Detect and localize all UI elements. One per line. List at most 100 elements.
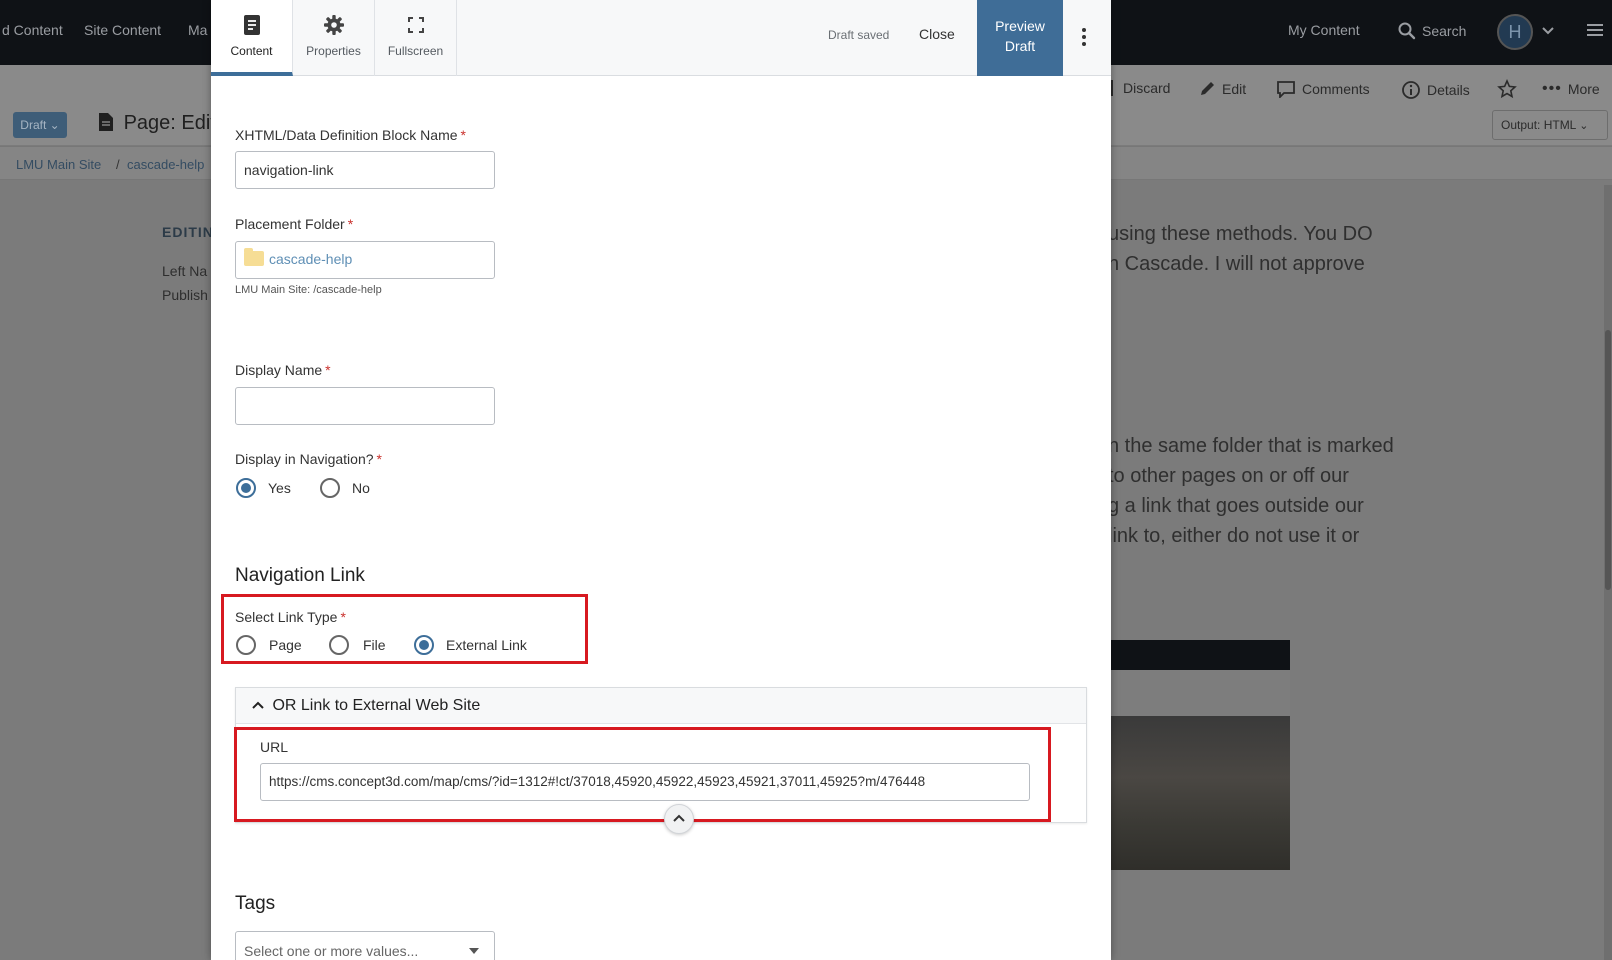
display-nav-yes-radio[interactable] (236, 478, 256, 498)
edit-label: Edit (1222, 81, 1247, 97)
display-name-label-text: Display Name (235, 362, 323, 378)
chevron-down-icon[interactable] (1541, 26, 1555, 36)
display-nav-no-radio[interactable] (320, 478, 340, 498)
details-button[interactable]: Details (1401, 80, 1470, 100)
thumbnail-photo (1110, 716, 1290, 870)
navigation-link-heading: Navigation Link (235, 565, 365, 586)
hamburger-menu-icon[interactable] (1586, 22, 1604, 38)
folder-icon (244, 248, 264, 266)
thumbnail-topbar (1110, 640, 1290, 670)
output-select-label: Output: HTML (1501, 118, 1576, 132)
link-type-label-text: Select Link Type (235, 609, 338, 625)
bg-text-line: g a link that goes outside our (1108, 495, 1364, 517)
breadcrumb-folder[interactable]: cascade-help (127, 157, 204, 172)
tags-select[interactable]: Select one or more values... (235, 931, 495, 960)
bg-text-line: link to, either do not use it or (1108, 525, 1360, 547)
draft-status-label: Draft (20, 118, 47, 132)
placement-folder-label-text: Placement Folder (235, 216, 345, 232)
preview-draft-button[interactable]: Preview Draft (977, 0, 1063, 76)
display-name-label: Display Name * (235, 362, 331, 378)
discard-button[interactable]: Discard (1110, 80, 1170, 96)
modal-body: XHTML/Data Definition Block Name * naviga… (211, 76, 1111, 960)
tab-content[interactable]: Content (211, 0, 293, 76)
output-select[interactable]: Output: HTML ⌄ (1492, 110, 1608, 140)
preview-draft-label-2: Draft (1004, 38, 1036, 54)
link-type-page-label: Page (269, 637, 302, 653)
avatar[interactable]: H (1497, 14, 1533, 50)
ellipsis-icon: ••• (1542, 80, 1562, 97)
comment-icon (1277, 81, 1295, 98)
info-icon (1402, 81, 1420, 99)
breadcrumb-site[interactable]: LMU Main Site (16, 157, 101, 172)
draft-saved-status: Draft saved (828, 28, 890, 42)
display-in-navigation-label-text: Display in Navigation? (235, 451, 374, 467)
caret-down-icon (469, 948, 479, 954)
bg-text-line: n the same folder that is marked (1108, 435, 1394, 457)
nav-search-label: Search (1422, 23, 1467, 39)
bg-left-line-2: Publish (162, 287, 208, 303)
highlight-box-link-type (221, 594, 588, 664)
url-input[interactable]: https://cms.concept3d.com/map/cms/?id=13… (260, 763, 1030, 801)
block-name-label-text: XHTML/Data Definition Block Name (235, 127, 458, 143)
display-nav-no-label: No (352, 480, 370, 496)
external-link-panel-header[interactable]: OR Link to External Web Site (236, 688, 1086, 724)
comments-button[interactable]: Comments (1276, 80, 1370, 98)
required-asterisk: * (347, 216, 354, 232)
chevron-up-icon (252, 701, 264, 709)
bg-left-line-1: Left Na (162, 263, 208, 279)
document-icon (243, 15, 260, 35)
star-icon[interactable] (1497, 79, 1517, 99)
display-name-input[interactable] (235, 387, 495, 425)
draft-status-dropdown[interactable]: Draft ⌄ (13, 112, 67, 138)
tags-heading: Tags (235, 893, 276, 914)
required-asterisk: * (325, 362, 331, 378)
modal-header: Content Properties Fullscreen Draft save… (211, 0, 1111, 76)
screenshot-thumbnail (1110, 640, 1290, 870)
close-button[interactable]: Close (919, 26, 955, 42)
more-label: More (1567, 81, 1600, 97)
tab-properties-label: Properties (306, 44, 361, 58)
edit-modal: Content Properties Fullscreen Draft save… (211, 0, 1111, 960)
bg-right-text-top: using these methods. You DO n Cascade. I… (1108, 219, 1373, 279)
link-type-label: Select Link Type * (235, 609, 346, 625)
placement-folder-value: cascade-help (269, 251, 353, 267)
preview-draft-label-1: Preview (995, 18, 1045, 34)
required-asterisk: * (340, 609, 346, 625)
nav-item-content[interactable]: d Content (2, 22, 63, 38)
details-label: Details (1427, 82, 1470, 98)
nav-my-content[interactable]: My Content (1288, 22, 1360, 38)
more-button[interactable]: ••• More (1542, 80, 1600, 98)
link-type-external-label: External Link (446, 637, 527, 653)
pencil-icon (1201, 82, 1214, 95)
tab-fullscreen-label: Fullscreen (387, 44, 444, 58)
fullscreen-icon (407, 17, 424, 33)
display-nav-yes-label: Yes (268, 480, 291, 496)
required-asterisk: * (376, 451, 382, 467)
tab-properties[interactable]: Properties (293, 0, 375, 76)
link-type-page-radio[interactable] (236, 635, 256, 655)
nav-my-content-label: My Content (1288, 22, 1360, 38)
block-name-input[interactable]: navigation-link (235, 151, 495, 189)
external-link-panel-title: OR Link to External Web Site (272, 697, 481, 714)
nav-search[interactable]: Search (1398, 22, 1466, 40)
nav-item-site-content[interactable]: Site Content (84, 22, 161, 38)
link-type-external-radio[interactable] (414, 635, 434, 655)
kebab-menu-icon[interactable] (1077, 26, 1091, 48)
placement-folder-label: Placement Folder * (235, 216, 353, 232)
edit-button[interactable]: Edit (1198, 80, 1246, 98)
page-scrollbar-thumb[interactable] (1605, 330, 1611, 590)
search-icon (1398, 22, 1416, 40)
collapse-panel-button[interactable] (664, 804, 694, 834)
chevron-up-icon (673, 814, 685, 822)
nav-item-ma[interactable]: Ma (188, 22, 207, 38)
bg-left-heading: EDITIN (162, 224, 214, 240)
bg-text-line: using these methods. You DO (1108, 223, 1373, 245)
link-type-file-radio[interactable] (329, 635, 349, 655)
document-icon (99, 113, 113, 131)
breadcrumb-separator: / (116, 157, 120, 172)
tab-fullscreen[interactable]: Fullscreen (375, 0, 457, 76)
tags-placeholder: Select one or more values... (244, 943, 419, 959)
placement-folder-chooser[interactable]: cascade-help (235, 241, 495, 279)
tab-content-label: Content (230, 44, 273, 58)
discard-label: Discard (1123, 80, 1171, 96)
